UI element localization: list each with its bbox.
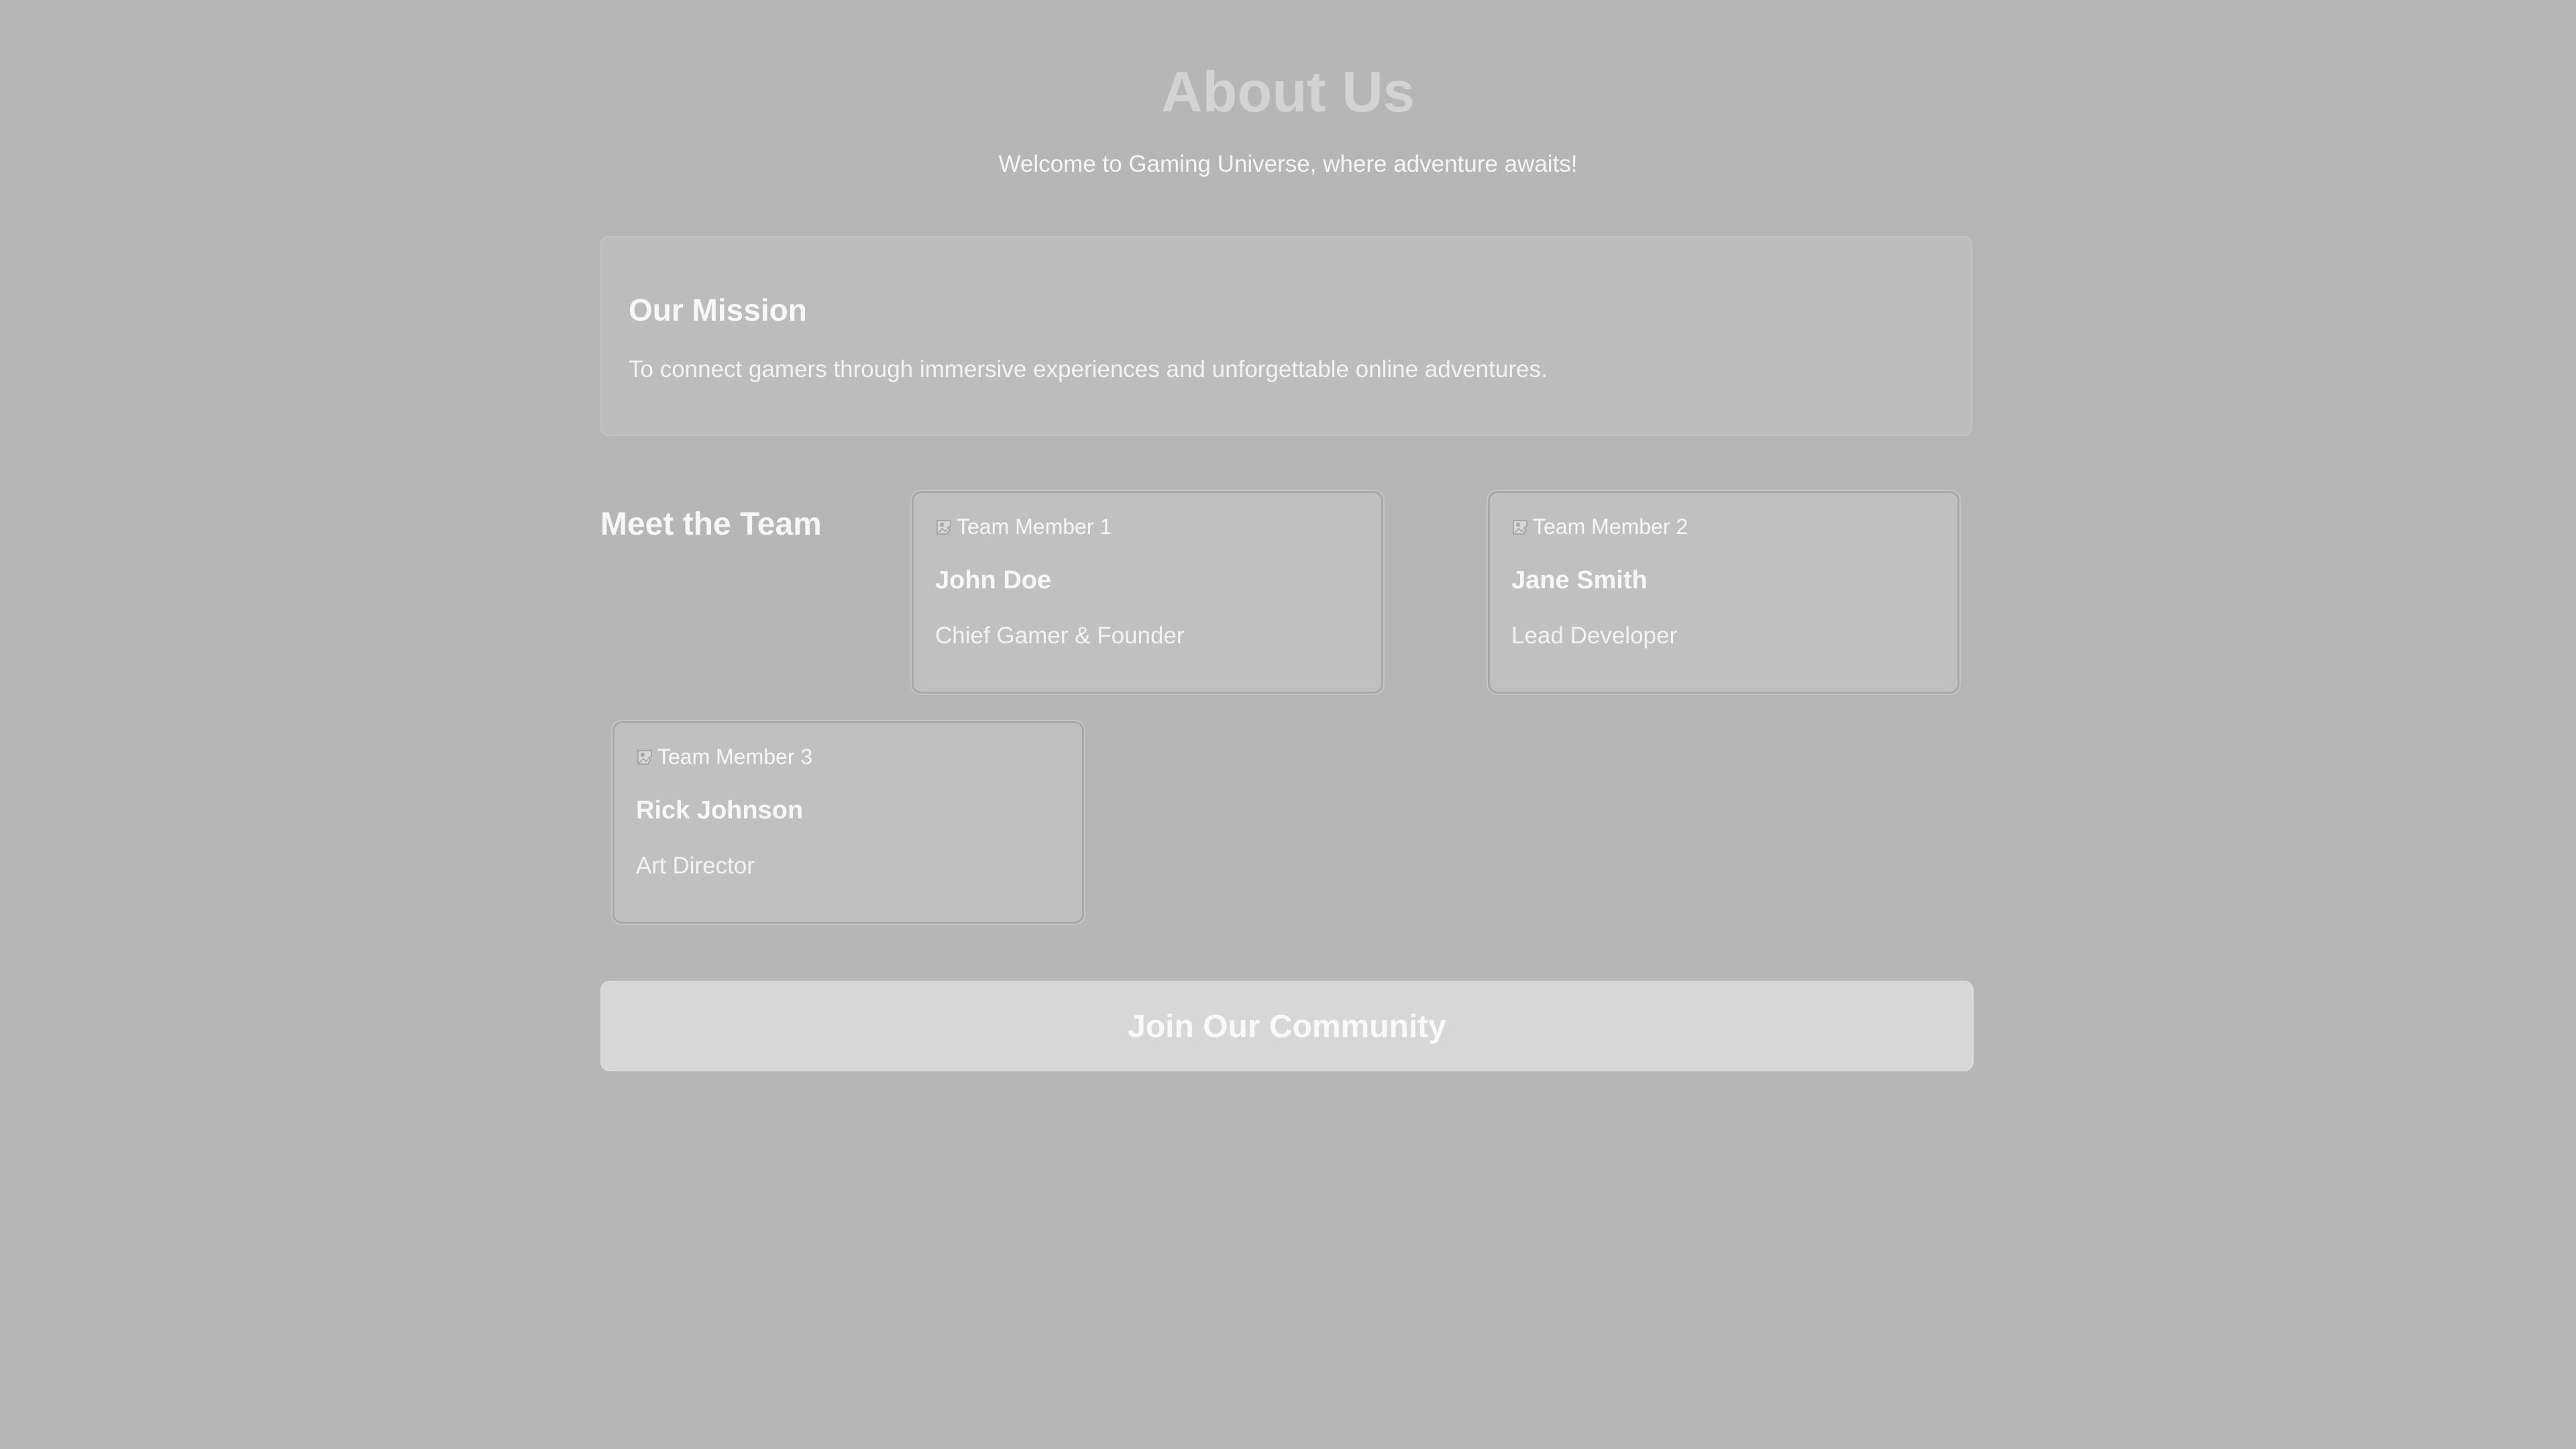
mission-card: Our Mission To connect gamers through im… <box>600 236 1972 436</box>
member-image-alt: Team Member 2 <box>1533 515 1688 539</box>
team-member-card: Team Member 2 Jane Smith Lead Developer <box>1488 491 1960 694</box>
broken-image-icon <box>1511 516 1533 537</box>
member-image: Team Member 1 <box>935 513 1112 540</box>
member-image-alt: Team Member 3 <box>657 745 813 769</box>
member-image-alt: Team Member 1 <box>957 515 1112 539</box>
member-role: Chief Gamer & Founder <box>935 623 1185 649</box>
page-title: About Us <box>1161 60 1415 124</box>
about-page: About Us Welcome to Gaming Universe, whe… <box>0 0 2576 1449</box>
member-name: Rick Johnson <box>636 796 804 824</box>
mission-heading: Our Mission <box>629 292 807 327</box>
join-community-button[interactable]: Join Our Community <box>600 981 1974 1071</box>
team-member-card: Team Member 3 Rick Johnson Art Director <box>612 721 1084 924</box>
member-name: Jane Smith <box>1511 566 1648 594</box>
broken-image-icon <box>935 516 957 537</box>
member-role: Art Director <box>636 853 755 879</box>
mission-text: To connect gamers through immersive expe… <box>629 356 1548 382</box>
team-heading: Meet the Team <box>600 506 822 542</box>
team-member-card: Team Member 1 John Doe Chief Gamer & Fou… <box>912 491 1383 694</box>
broken-image-icon <box>636 746 657 767</box>
member-image: Team Member 3 <box>636 743 812 770</box>
page-subtitle: Welcome to Gaming Universe, where advent… <box>998 151 1578 177</box>
member-role: Lead Developer <box>1511 623 1678 649</box>
member-name: John Doe <box>935 566 1052 594</box>
member-image: Team Member 2 <box>1511 513 1688 540</box>
